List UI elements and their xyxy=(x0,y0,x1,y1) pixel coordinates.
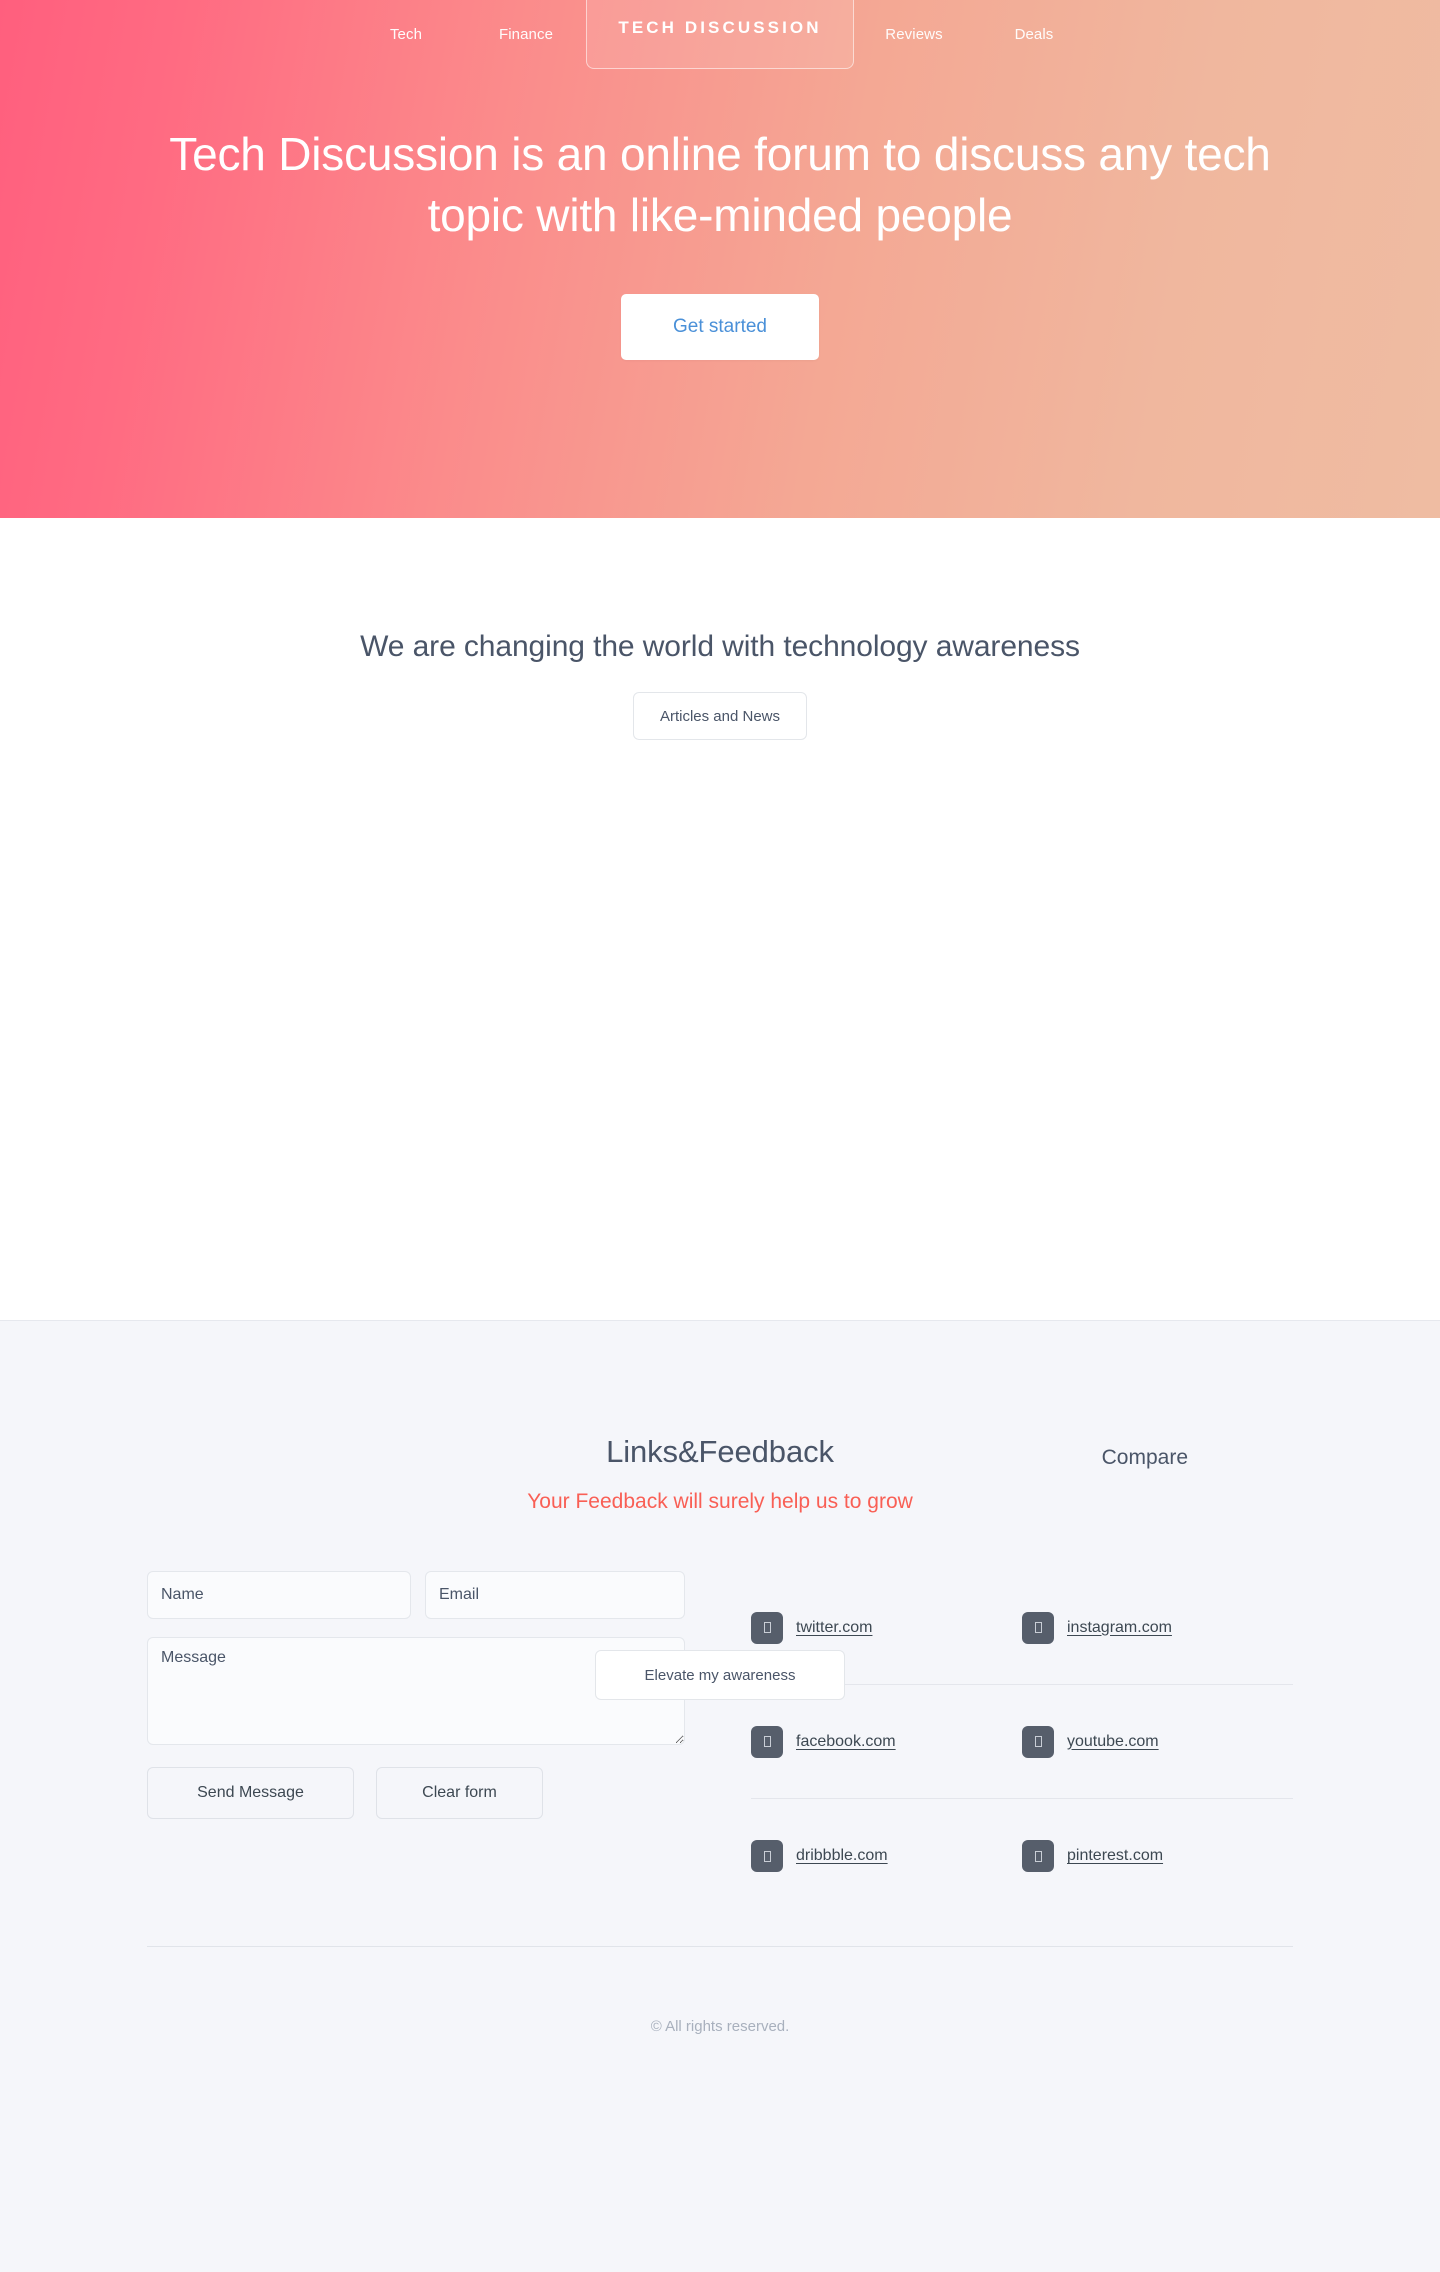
awareness-heading: We are changing the world with technolog… xyxy=(360,630,1080,663)
feedback-grid: Send Message Clear form twitter.com inst… xyxy=(147,1571,1293,1913)
articles-and-news-button[interactable]: Articles and News xyxy=(632,692,808,740)
social-link-label[interactable]: pinterest.com xyxy=(1067,1847,1163,1865)
social-link-label[interactable]: twitter.com xyxy=(796,1619,872,1637)
get-started-button[interactable]: Get started xyxy=(621,294,819,361)
nav-slot-reviews: Reviews xyxy=(854,18,974,51)
nav-link-finance[interactable]: Finance xyxy=(489,18,563,51)
social-link-label[interactable]: youtube.com xyxy=(1067,1733,1159,1751)
nav-slot-deals: Deals xyxy=(974,18,1094,51)
elevate-my-awareness-button[interactable]: Elevate my awareness xyxy=(595,1650,845,1700)
facebook-icon xyxy=(751,1725,783,1758)
compare-label: Compare xyxy=(1101,1446,1188,1469)
copyright-text: © All rights reserved. xyxy=(650,2018,790,2035)
social-links-list: twitter.com instagram.com facebook.com y… xyxy=(732,1571,1293,1913)
name-email-row xyxy=(147,1571,732,1619)
social-link-label[interactable]: dribbble.com xyxy=(796,1847,888,1865)
nav-link-tech[interactable]: Tech xyxy=(380,18,432,51)
compare-inner: Compare xyxy=(120,1446,1320,1470)
social-link-facebook[interactable]: facebook.com xyxy=(751,1725,1022,1758)
nav-slot-finance: Finance xyxy=(466,18,586,51)
articles-button-row: Articles and News xyxy=(0,692,1440,740)
main-navigation: Tech Finance TECH DISCUSSION Reviews Dea… xyxy=(0,0,1440,69)
link-row: facebook.com youtube.com xyxy=(751,1685,1293,1799)
name-input[interactable] xyxy=(147,1571,411,1619)
instagram-icon xyxy=(1022,1611,1054,1644)
compare-row: Compare xyxy=(0,1446,1440,1470)
send-message-button[interactable]: Send Message xyxy=(147,1767,354,1819)
brand-title[interactable]: TECH DISCUSSION xyxy=(618,18,821,38)
hero-body: Tech Discussion is an online forum to di… xyxy=(0,124,1440,361)
social-link-instagram[interactable]: instagram.com xyxy=(1022,1611,1293,1644)
hero-title: Tech Discussion is an online forum to di… xyxy=(169,128,1271,241)
form-buttons-row: Send Message Clear form xyxy=(147,1767,732,1819)
social-link-dribbble[interactable]: dribbble.com xyxy=(751,1840,1022,1872)
twitter-icon xyxy=(751,1611,783,1644)
youtube-icon xyxy=(1022,1725,1054,1758)
social-link-label[interactable]: facebook.com xyxy=(796,1733,896,1751)
social-link-youtube[interactable]: youtube.com xyxy=(1022,1725,1293,1758)
awareness-section: We are changing the world with technolog… xyxy=(0,518,1440,1700)
brand-active-tab[interactable]: TECH DISCUSSION xyxy=(586,0,854,69)
nav-slot-tech: Tech xyxy=(346,18,466,51)
elevate-button-row: Elevate my awareness xyxy=(0,1650,1440,1700)
nav-link-reviews[interactable]: Reviews xyxy=(875,18,952,51)
hero-section: Tech Finance TECH DISCUSSION Reviews Dea… xyxy=(0,0,1440,518)
link-row: dribbble.com pinterest.com xyxy=(751,1799,1293,1913)
pinterest-icon xyxy=(1022,1840,1054,1872)
social-link-twitter[interactable]: twitter.com xyxy=(751,1611,1022,1644)
feedback-subheading: Your Feedback will surely help us to gro… xyxy=(527,1490,913,1513)
social-link-pinterest[interactable]: pinterest.com xyxy=(1022,1840,1293,1872)
clear-form-button[interactable]: Clear form xyxy=(376,1767,543,1819)
email-input[interactable] xyxy=(425,1571,685,1619)
hero-cta-wrapper: Get started xyxy=(120,294,1320,361)
dribbble-icon xyxy=(751,1840,783,1872)
nav-link-deals[interactable]: Deals xyxy=(1005,18,1064,51)
social-link-label[interactable]: instagram.com xyxy=(1067,1619,1172,1637)
